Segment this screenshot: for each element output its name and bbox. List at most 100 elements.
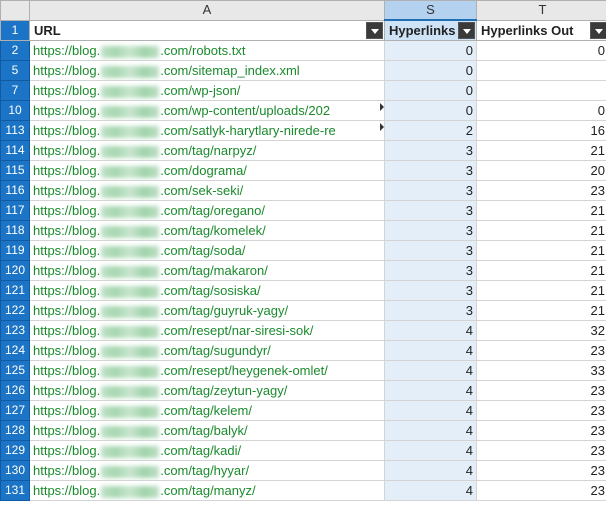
cell-hyperlinks-in[interactable]: 3 — [385, 301, 477, 321]
cell-url[interactable]: https://blog..com/tag/hyyar/ — [30, 461, 385, 481]
row-number[interactable]: 119 — [1, 241, 30, 261]
cell-url[interactable]: https://blog..com/tag/kelem/ — [30, 401, 385, 421]
cell-hyperlinks-in[interactable]: 4 — [385, 341, 477, 361]
cell-hyperlinks-out[interactable]: 23 — [477, 341, 606, 361]
row-number[interactable]: 7 — [1, 81, 30, 101]
cell-hyperlinks-in[interactable]: 4 — [385, 461, 477, 481]
cell-hyperlinks-out[interactable]: 23 — [477, 481, 606, 501]
row-number[interactable]: 116 — [1, 181, 30, 201]
cell-hyperlinks-out[interactable]: 23 — [477, 181, 606, 201]
cell-hyperlinks-out[interactable]: 23 — [477, 461, 606, 481]
cell-hyperlinks-out[interactable]: 16 — [477, 121, 606, 141]
cell-url[interactable]: https://blog..com/tag/sugundyr/ — [30, 341, 385, 361]
cell-hyperlinks-out[interactable]: 0 — [477, 41, 606, 61]
cell-hyperlinks-out[interactable]: 20 — [477, 161, 606, 181]
cell-url[interactable]: https://blog..com/sek-seki/ — [30, 181, 385, 201]
cell-url[interactable]: https://blog..com/tag/kadi/ — [30, 441, 385, 461]
cell-url[interactable]: https://blog..com/tag/makaron/ — [30, 261, 385, 281]
cell-url[interactable]: https://blog..com/resept/nar-siresi-sok/ — [30, 321, 385, 341]
filter-dropdown-button[interactable] — [590, 22, 606, 39]
row-number[interactable]: 128 — [1, 421, 30, 441]
row-number[interactable]: 5 — [1, 61, 30, 81]
row-number[interactable]: 131 — [1, 481, 30, 501]
row-number[interactable]: 1 — [1, 20, 30, 41]
cell-hyperlinks-out[interactable]: 23 — [477, 421, 606, 441]
row-number[interactable]: 126 — [1, 381, 30, 401]
cell-hyperlinks-out[interactable]: 32 — [477, 321, 606, 341]
cell-url[interactable]: https://blog..com/tag/manyz/ — [30, 481, 385, 501]
cell-url[interactable]: https://blog..com/sitemap_index.xml — [30, 61, 385, 81]
cell-hyperlinks-in[interactable]: 3 — [385, 281, 477, 301]
cell-hyperlinks-in[interactable]: 3 — [385, 241, 477, 261]
cell-hyperlinks-out[interactable]: 0 — [477, 101, 606, 121]
row-number[interactable]: 127 — [1, 401, 30, 421]
cell-hyperlinks-in[interactable]: 4 — [385, 361, 477, 381]
cell-url[interactable]: https://blog..com/tag/zeytun-yagy/ — [30, 381, 385, 401]
cell-hyperlinks-out[interactable]: 23 — [477, 381, 606, 401]
cell-hyperlinks-in[interactable]: 3 — [385, 141, 477, 161]
cell-hyperlinks-out[interactable]: 21 — [477, 301, 606, 321]
cell-url[interactable]: https://blog..com/satlyk-harytlary-nired… — [30, 121, 385, 141]
cell-url[interactable]: https://blog..com/tag/balyk/ — [30, 421, 385, 441]
cell-url[interactable]: https://blog..com/robots.txt — [30, 41, 385, 61]
row-number[interactable]: 113 — [1, 121, 30, 141]
cell-hyperlinks-in[interactable]: 4 — [385, 401, 477, 421]
cell-hyperlinks-out[interactable]: 21 — [477, 221, 606, 241]
column-header-S[interactable]: S — [385, 1, 477, 21]
cell-hyperlinks-in[interactable]: 4 — [385, 481, 477, 501]
row-number[interactable]: 130 — [1, 461, 30, 481]
cell-url[interactable]: https://blog..com/dograma/ — [30, 161, 385, 181]
cell-hyperlinks-out[interactable]: 33 — [477, 361, 606, 381]
cell-hyperlinks-in[interactable]: 0 — [385, 61, 477, 81]
cell-hyperlinks-out[interactable]: 21 — [477, 241, 606, 261]
cell-url[interactable]: https://blog..com/tag/oregano/ — [30, 201, 385, 221]
cell-hyperlinks-out[interactable]: 21 — [477, 201, 606, 221]
cell-hyperlinks-in[interactable]: 4 — [385, 441, 477, 461]
cell-hyperlinks-in[interactable]: 3 — [385, 221, 477, 241]
cell-hyperlinks-out[interactable]: 21 — [477, 141, 606, 161]
row-number[interactable]: 115 — [1, 161, 30, 181]
cell-url[interactable]: https://blog..com/wp-content/uploads/202 — [30, 101, 385, 121]
cell-url[interactable]: https://blog..com/tag/guyruk-yagy/ — [30, 301, 385, 321]
spreadsheet-grid[interactable]: AST1URLHyperlinks InHyperlinks Out2https… — [0, 0, 606, 501]
cell-hyperlinks-in[interactable]: 3 — [385, 161, 477, 181]
row-number[interactable]: 10 — [1, 101, 30, 121]
cell-url[interactable]: https://blog..com/tag/soda/ — [30, 241, 385, 261]
cell-hyperlinks-in[interactable]: 3 — [385, 201, 477, 221]
row-number[interactable]: 2 — [1, 41, 30, 61]
cell-hyperlinks-in[interactable]: 0 — [385, 101, 477, 121]
cell-hyperlinks-out[interactable] — [477, 61, 606, 81]
filter-dropdown-button[interactable] — [366, 22, 383, 39]
cell-hyperlinks-in[interactable]: 0 — [385, 81, 477, 101]
cell-hyperlinks-out[interactable]: 23 — [477, 401, 606, 421]
cell-hyperlinks-in[interactable]: 3 — [385, 261, 477, 281]
cell-url[interactable]: https://blog..com/wp-json/ — [30, 81, 385, 101]
row-number[interactable]: 122 — [1, 301, 30, 321]
row-number[interactable]: 129 — [1, 441, 30, 461]
cell-hyperlinks-in[interactable]: 4 — [385, 381, 477, 401]
row-number[interactable]: 121 — [1, 281, 30, 301]
cell-hyperlinks-out[interactable]: 21 — [477, 281, 606, 301]
row-number[interactable]: 114 — [1, 141, 30, 161]
column-header-A[interactable]: A — [30, 1, 385, 21]
cell-url[interactable]: https://blog..com/resept/heygenek-omlet/ — [30, 361, 385, 381]
cell-hyperlinks-in[interactable]: 0 — [385, 41, 477, 61]
cell-url[interactable]: https://blog..com/tag/narpyz/ — [30, 141, 385, 161]
cell-hyperlinks-out[interactable] — [477, 81, 606, 101]
row-number[interactable]: 120 — [1, 261, 30, 281]
cell-url[interactable]: https://blog..com/tag/sosiska/ — [30, 281, 385, 301]
cell-hyperlinks-in[interactable]: 4 — [385, 421, 477, 441]
cell-hyperlinks-out[interactable]: 21 — [477, 261, 606, 281]
cell-url[interactable]: https://blog..com/tag/komelek/ — [30, 221, 385, 241]
select-all-corner[interactable] — [1, 1, 30, 21]
row-number[interactable]: 118 — [1, 221, 30, 241]
cell-hyperlinks-out[interactable]: 23 — [477, 441, 606, 461]
cell-hyperlinks-in[interactable]: 2 — [385, 121, 477, 141]
cell-hyperlinks-in[interactable]: 3 — [385, 181, 477, 201]
column-header-T[interactable]: T — [477, 1, 606, 21]
filter-dropdown-button[interactable] — [458, 22, 475, 39]
row-number[interactable]: 124 — [1, 341, 30, 361]
row-number[interactable]: 125 — [1, 361, 30, 381]
row-number[interactable]: 117 — [1, 201, 30, 221]
row-number[interactable]: 123 — [1, 321, 30, 341]
